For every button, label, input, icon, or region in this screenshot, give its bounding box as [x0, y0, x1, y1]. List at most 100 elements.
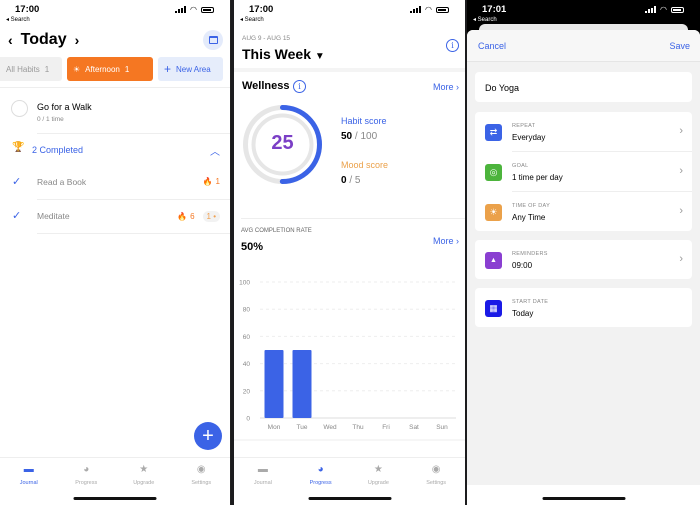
wellness-header: Wellness i More › — [234, 72, 465, 100]
y-tick-label: 60 — [243, 334, 251, 341]
tab-settings[interactable]: ◉ Settings — [173, 458, 231, 505]
battery-icon — [201, 6, 214, 13]
progress-screen: 17:00 ◂ Search ◠ AUG 9 - AUG 15 This Wee… — [234, 0, 465, 505]
status-bar: 17:00 ◂ Search ◠ — [234, 0, 465, 26]
save-button[interactable]: Save — [669, 41, 690, 51]
repeat-row[interactable]: ⇄ REPEAT Everyday › — [475, 112, 692, 151]
date-header: ‹ Today › — [0, 26, 230, 56]
page-title: Today — [20, 31, 67, 48]
checkmark-icon: ✓ — [12, 210, 22, 222]
start-date-card: ▦ START DATE Today — [475, 288, 692, 327]
back-to-search[interactable]: ◂ Search — [473, 16, 497, 23]
chevron-right-icon: › — [679, 125, 683, 137]
trophy-icon: 🏆 — [12, 142, 25, 153]
schedule-card: ⇄ REPEAT Everyday › ◎ GOAL 1 time per da… — [475, 112, 692, 231]
calendar-button[interactable] — [203, 30, 223, 50]
pie-chart-icon: ◕ — [83, 464, 90, 475]
chevron-right-icon: › — [679, 253, 683, 265]
completion-bar-chart: 0 20 40 60 80 100 Mon Tue Wed Thu Fri Sat Sun — [234, 280, 465, 441]
more-link[interactable]: More › — [433, 236, 459, 246]
new-area-button[interactable]: + New Area — [158, 57, 223, 81]
habit-item[interactable]: Go for a Walk 0 / 1 time — [0, 88, 230, 133]
wellness-score-value: 25 — [271, 132, 294, 154]
date-range: AUG 9 - AUG 15 — [242, 35, 291, 42]
y-tick-label: 20 — [243, 388, 251, 395]
calendar-icon — [208, 36, 218, 44]
signal-icon — [645, 6, 657, 13]
chevron-up-icon[interactable]: ︿ — [210, 143, 220, 158]
y-tick-label: 40 — [243, 361, 251, 368]
checkmark-icon: ✓ — [12, 176, 22, 188]
mood-score-value: 0 / 5 — [341, 175, 361, 186]
wellness-score: 25 Habit score 50 / 100 Mood score 0 / 5 — [234, 100, 465, 218]
more-link[interactable]: More › — [433, 82, 459, 92]
caret-down-icon: ▼ — [314, 51, 325, 62]
area-filter: All Habits 1 ☀ Afternoon 1 + New Area — [0, 57, 230, 81]
streak-badge: 🔥 1 — [202, 177, 220, 186]
home-indicator — [542, 497, 625, 500]
cancel-button[interactable]: Cancel — [478, 41, 506, 51]
flame-icon: 🔥 — [177, 212, 188, 221]
completed-habit[interactable]: ✓ Read a Book 🔥 1 — [0, 166, 230, 199]
pie-chart-icon: ◕ — [317, 464, 324, 475]
completed-habit[interactable]: ✓ Meditate 🔥 6 1 • — [0, 200, 230, 233]
wifi-icon: ◠ — [425, 5, 432, 14]
wifi-icon: ◠ — [190, 5, 197, 14]
journal-icon: ▬ — [23, 464, 34, 475]
x-tick-label: Sat — [409, 424, 419, 431]
bell-icon: ▲ — [485, 252, 502, 269]
completed-label: 2 Completed — [32, 145, 84, 155]
sheet-header: Cancel Save — [467, 30, 700, 62]
info-icon[interactable]: i — [446, 39, 459, 52]
signal-icon — [410, 6, 422, 13]
score-ring: 25 — [241, 103, 324, 186]
add-habit-button[interactable]: + — [194, 422, 222, 450]
reminders-card: ▲ REMINDERS 09:00 › — [475, 240, 692, 279]
sun-icon: ☀ — [73, 64, 81, 74]
period-selector[interactable]: This Week ▼ — [242, 46, 325, 62]
status-bar: 17:00 ◂ Search ◠ — [0, 0, 230, 26]
avg-completion-value: 50% — [241, 241, 264, 253]
tab-journal[interactable]: ▬ Journal — [234, 458, 292, 505]
target-icon: ◎ — [485, 164, 502, 181]
area-all-habits[interactable]: All Habits 1 — [0, 57, 62, 81]
chevron-right-icon[interactable]: › — [75, 32, 80, 48]
avg-completion: AVG COMPLETION RATE 50% More › — [241, 218, 465, 254]
tab-settings[interactable]: ◉ Settings — [407, 458, 465, 505]
habit-name-field[interactable]: Do Yoga — [475, 72, 692, 102]
back-to-search[interactable]: ◂ Search — [6, 16, 30, 23]
info-icon[interactable]: i — [293, 80, 306, 93]
goal-row[interactable]: ◎ GOAL 1 time per day › — [475, 152, 692, 191]
star-icon: ★ — [373, 464, 383, 475]
plus-icon: + — [202, 424, 214, 447]
start-date-row[interactable]: ▦ START DATE Today — [475, 288, 692, 327]
section-title: Wellness — [242, 80, 290, 92]
bar-tue — [292, 350, 312, 418]
chevron-right-icon: › — [679, 165, 683, 177]
habit-name: Go for a Walk — [37, 102, 92, 112]
time-of-day-row[interactable]: ☀ TIME OF DAY Any Time › — [475, 192, 692, 231]
status-bar: 17:01 ◂ Search ◠ — [467, 0, 700, 26]
chevron-left-icon[interactable]: ‹ — [8, 32, 13, 48]
home-indicator — [308, 497, 391, 500]
streak-badge: 🔥 6 1 • — [177, 211, 220, 222]
person-icon: ◉ — [196, 464, 206, 475]
x-tick-label: Thu — [352, 424, 364, 431]
star-icon: ★ — [139, 464, 149, 475]
sun-icon: ☀ — [485, 204, 502, 221]
habit-score-label: Habit score — [341, 116, 387, 126]
plus-icon: + — [164, 62, 172, 76]
reminders-row[interactable]: ▲ REMINDERS 09:00 › — [475, 240, 692, 279]
journal-screen: 17:00 ◂ Search ◠ ‹ Today › All Habits 1 … — [0, 0, 231, 505]
count-pill: 1 • — [202, 211, 220, 222]
y-tick-label: 100 — [239, 280, 250, 287]
back-to-search[interactable]: ◂ Search — [240, 16, 264, 23]
person-icon: ◉ — [431, 464, 441, 475]
repeat-icon: ⇄ — [485, 124, 502, 141]
mood-score-label: Mood score — [341, 160, 389, 170]
area-afternoon[interactable]: ☀ Afternoon 1 — [67, 57, 153, 81]
completed-section-header[interactable]: 🏆 2 Completed ︿ — [0, 134, 230, 166]
tab-journal[interactable]: ▬ Journal — [0, 458, 58, 505]
habit-checkbox[interactable] — [11, 100, 28, 117]
flame-icon: 🔥 — [202, 177, 213, 186]
